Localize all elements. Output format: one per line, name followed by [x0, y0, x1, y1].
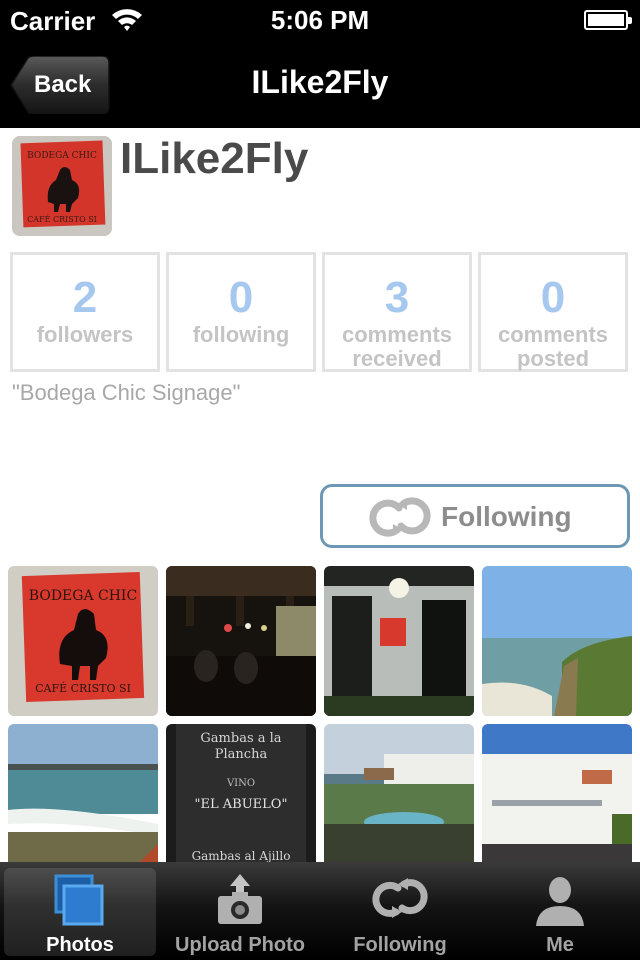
stat-following[interactable]: 0 following — [166, 252, 316, 372]
person-icon — [536, 877, 584, 926]
avatar-image: BODEGA CHIC CAFÉ CRISTO SI — [12, 136, 112, 236]
svg-text:BODEGA CHIC: BODEGA CHIC — [29, 588, 137, 604]
svg-text:Gambas a la: Gambas a la — [200, 731, 281, 746]
clock: 5:06 PM — [270, 5, 370, 35]
tab-bar: Photos Upload Photo Following Me — [0, 862, 640, 960]
svg-text:BODEGA CHIC: BODEGA CHIC — [27, 151, 97, 161]
tab-following[interactable]: Following — [320, 862, 480, 960]
stat-label: comments — [497, 322, 609, 347]
photo-thumbnail-bar[interactable] — [166, 566, 316, 716]
svg-text:"EL ABUELO": "EL ABUELO" — [195, 797, 288, 812]
stat-comments-posted[interactable]: 0 comments posted — [478, 252, 628, 372]
stat-label: comments — [341, 322, 453, 347]
photo-thumbnail-resort[interactable] — [324, 724, 474, 874]
stat-label-2: received — [352, 346, 442, 371]
photo-image — [324, 566, 474, 716]
navigation-bar: Back ILike2Fly — [0, 40, 640, 128]
following-button-label: Following — [441, 501, 572, 532]
tab-photos[interactable]: Photos — [0, 862, 160, 960]
tab-label: Upload Photo — [175, 934, 305, 956]
photo-thumbnail-villa[interactable] — [482, 724, 632, 874]
photo-thumbnail-doorway[interactable] — [324, 566, 474, 716]
photo-image: BODEGA CHIC CAFÉ CRISTO SI — [8, 566, 158, 716]
svg-text:CAFÉ CRISTO SI: CAFÉ CRISTO SI — [35, 681, 131, 695]
stat-comments-received[interactable]: 3 comments received — [322, 252, 472, 372]
photo-image — [482, 724, 632, 874]
stat-label: followers — [36, 322, 134, 347]
photo-image: Gambas a la Plancha VINO "EL ABUELO" Gam… — [166, 724, 316, 874]
tab-label: Photos — [46, 934, 114, 956]
svg-text:Plancha: Plancha — [215, 747, 268, 762]
profile-caption: "Bodega Chic Signage" — [12, 380, 241, 405]
stat-label-2: posted — [516, 346, 590, 371]
svg-text:CAFÉ CRISTO SI: CAFÉ CRISTO SI — [27, 215, 97, 224]
photo-thumbnail-surf-beach[interactable] — [8, 724, 158, 874]
tab-label: Me — [546, 934, 574, 956]
photo-thumbnail-menu-board[interactable]: Gambas a la Plancha VINO "EL ABUELO" Gam… — [166, 724, 316, 874]
stat-label: following — [192, 322, 290, 347]
stat-value: 0 — [228, 273, 254, 322]
photo-image — [482, 566, 632, 716]
tab-label: Following — [353, 934, 447, 956]
battery-icon — [584, 10, 632, 30]
stat-value: 0 — [540, 273, 566, 322]
tab-upload-photo[interactable]: Upload Photo — [160, 862, 320, 960]
profile-username: ILike2Fly — [120, 134, 309, 183]
photo-image — [324, 724, 474, 874]
svg-text:Gambas al Ajillo: Gambas al Ajillo — [192, 849, 291, 863]
avatar[interactable]: BODEGA CHIC CAFÉ CRISTO SI — [12, 136, 112, 236]
camera-upload-icon — [218, 874, 262, 924]
stat-value: 2 — [72, 273, 98, 322]
photo-thumbnail-cliff-beach[interactable] — [482, 566, 632, 716]
tab-me[interactable]: Me — [480, 862, 640, 960]
photo-image — [8, 724, 158, 874]
following-icon — [372, 878, 428, 918]
photo-thumbnail-sign[interactable]: BODEGA CHIC CAFÉ CRISTO SI — [8, 566, 158, 716]
following-icon — [369, 497, 431, 537]
nav-title: ILike2Fly — [251, 64, 389, 100]
photos-icon — [54, 874, 104, 926]
svg-text:VINO: VINO — [226, 778, 255, 789]
stat-followers[interactable]: 2 followers — [10, 252, 160, 372]
status-bar: Carrier 5:06 PM — [0, 0, 640, 40]
stat-value: 3 — [384, 273, 410, 322]
following-button[interactable]: Following — [320, 484, 630, 548]
photo-image — [166, 566, 316, 716]
